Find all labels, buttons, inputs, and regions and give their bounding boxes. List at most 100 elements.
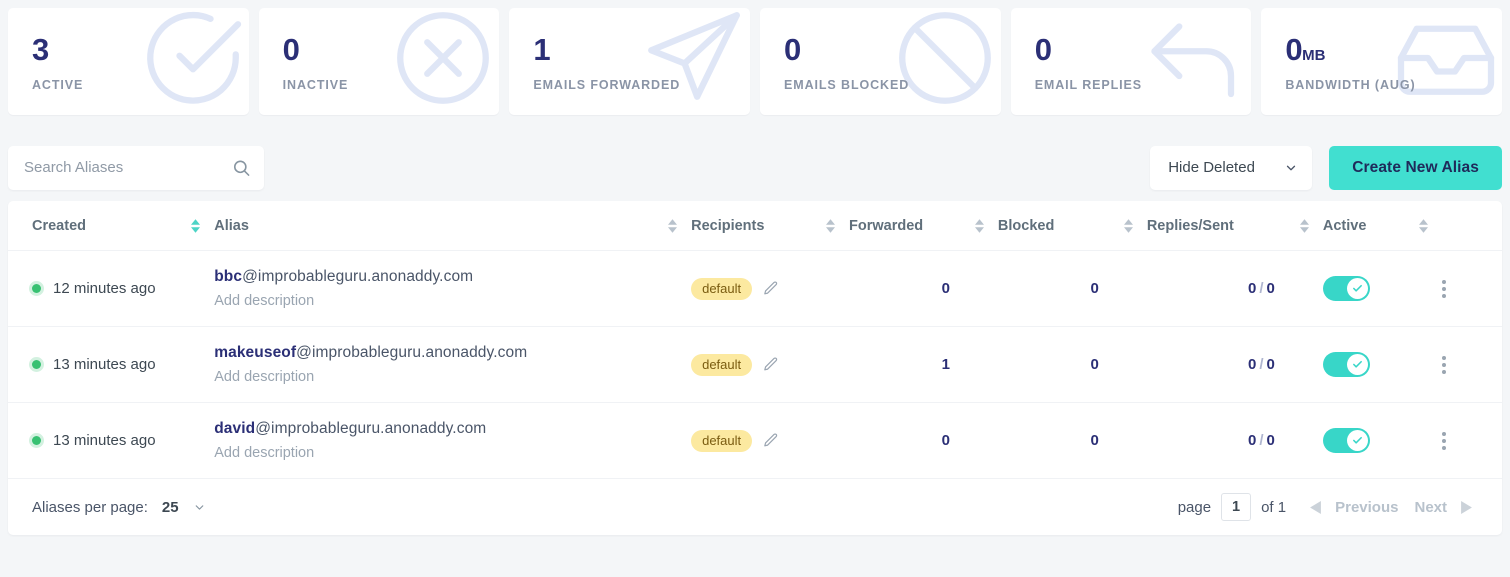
previous-page-button[interactable]: Previous bbox=[1327, 499, 1406, 516]
alias-email[interactable]: bbc@improbableguru.anonaddy.com bbox=[214, 268, 691, 286]
forwarded-count: 0 bbox=[941, 280, 950, 297]
next-arrow-icon[interactable] bbox=[1455, 500, 1478, 514]
alias-email[interactable]: makeuseof@improbableguru.anonaddy.com bbox=[214, 344, 691, 362]
cell-recipients: default bbox=[691, 327, 849, 403]
row-options-menu-icon[interactable] bbox=[1441, 431, 1446, 450]
table-footer: Aliases per page: 25 page 1 of 1 Previou… bbox=[8, 478, 1502, 535]
search-icon[interactable] bbox=[232, 158, 251, 177]
cell-created: 13 minutes ago bbox=[8, 327, 214, 403]
created-text: 12 minutes ago bbox=[53, 280, 156, 297]
blocked-count: 0 bbox=[1090, 356, 1099, 373]
cell-row-menu bbox=[1441, 327, 1502, 403]
replies-sent-count: 0/0 bbox=[1248, 356, 1275, 373]
column-header-created[interactable]: Created bbox=[8, 201, 214, 251]
row-options-menu-icon[interactable] bbox=[1441, 355, 1446, 374]
active-toggle[interactable] bbox=[1322, 276, 1370, 301]
stat-card-active: 3 ACTIVE bbox=[8, 8, 249, 115]
stat-card-bandwidth: 0MB BANDWIDTH (AUG) bbox=[1261, 8, 1503, 115]
column-label: Recipients bbox=[691, 218, 765, 234]
cell-blocked: 0 bbox=[998, 403, 1147, 479]
edit-pencil-icon[interactable] bbox=[762, 280, 779, 297]
stat-card-inactive: 0 INACTIVE bbox=[258, 8, 500, 115]
toggle-knob-check-icon bbox=[1346, 354, 1368, 375]
page-total-label: of 1 bbox=[1261, 498, 1287, 516]
previous-arrow-icon[interactable] bbox=[1304, 500, 1327, 514]
cell-active bbox=[1322, 327, 1442, 403]
cell-created: 13 minutes ago bbox=[8, 403, 214, 479]
alias-local-part: david bbox=[214, 420, 256, 437]
table-row: 13 minutes ago david@improbableguru.anon… bbox=[8, 402, 1502, 479]
alias-domain: @improbableguru.anonaddy.com bbox=[242, 268, 474, 285]
cell-recipients: default bbox=[691, 403, 849, 479]
toggle-knob-check-icon bbox=[1346, 430, 1368, 451]
column-header-blocked[interactable]: Blocked bbox=[998, 201, 1147, 251]
sort-arrows-icon[interactable] bbox=[191, 219, 214, 233]
search-box[interactable] bbox=[8, 145, 264, 190]
alias-description-link[interactable]: Add description bbox=[214, 369, 691, 385]
chevron-down-icon[interactable] bbox=[193, 501, 206, 514]
create-new-alias-button[interactable]: Create New Alias bbox=[1329, 145, 1502, 190]
next-page-button[interactable]: Next bbox=[1406, 499, 1455, 516]
toolbar: Hide Deleted Create New Alias bbox=[0, 115, 1510, 201]
stats-row: 3 ACTIVE 0 INACTIVE 1 EMAILS FORWARDED 0… bbox=[0, 0, 1510, 115]
per-page-value: 25 bbox=[161, 498, 179, 516]
edit-pencil-icon[interactable] bbox=[762, 356, 779, 373]
sort-arrows-icon[interactable] bbox=[1418, 219, 1442, 233]
column-label: Alias bbox=[214, 218, 249, 234]
aliases-table-card: Created Alias Recipients Forwarded Block… bbox=[8, 201, 1502, 535]
cell-active bbox=[1322, 251, 1442, 327]
sort-arrows-icon[interactable] bbox=[826, 219, 849, 233]
forwarded-count: 1 bbox=[941, 356, 950, 373]
active-toggle[interactable] bbox=[1322, 428, 1370, 453]
sort-arrows-icon[interactable] bbox=[1299, 219, 1323, 233]
recipient-badge[interactable]: default bbox=[691, 277, 753, 300]
stat-value: 1 bbox=[533, 32, 551, 67]
toolbar-actions: Hide Deleted Create New Alias bbox=[1150, 145, 1502, 190]
cell-row-menu bbox=[1441, 251, 1502, 327]
stat-label: ACTIVE bbox=[32, 78, 84, 92]
aliases-table: Created Alias Recipients Forwarded Block… bbox=[8, 201, 1502, 478]
recipient-badge[interactable]: default bbox=[691, 353, 753, 376]
cell-created: 12 minutes ago bbox=[8, 251, 214, 327]
deleted-filter-select[interactable]: Hide Deleted bbox=[1150, 145, 1313, 190]
sort-arrows-icon[interactable] bbox=[668, 219, 691, 233]
replies-sent-count: 0/0 bbox=[1248, 432, 1275, 449]
column-label: Forwarded bbox=[849, 218, 924, 234]
status-dot-active bbox=[32, 436, 41, 445]
column-header-forwarded[interactable]: Forwarded bbox=[849, 201, 998, 251]
blocked-count: 0 bbox=[1090, 280, 1099, 297]
column-header-recipients[interactable]: Recipients bbox=[691, 201, 849, 251]
toggle-knob-check-icon bbox=[1346, 278, 1368, 299]
stat-label: EMAILS FORWARDED bbox=[533, 78, 681, 92]
column-header-alias[interactable]: Alias bbox=[214, 201, 691, 251]
alias-email[interactable]: david@improbableguru.anonaddy.com bbox=[214, 420, 691, 438]
recipient-badge[interactable]: default bbox=[691, 429, 753, 452]
alias-description-link[interactable]: Add description bbox=[214, 293, 691, 309]
alias-description-link[interactable]: Add description bbox=[214, 445, 691, 461]
column-label: Active bbox=[1322, 218, 1367, 234]
column-label: Replies/Sent bbox=[1146, 218, 1234, 234]
page-label: page bbox=[1177, 498, 1212, 516]
cell-forwarded: 0 bbox=[849, 251, 998, 327]
per-page-control[interactable]: Aliases per page: 25 bbox=[32, 499, 206, 516]
column-header-active[interactable]: Active bbox=[1323, 201, 1442, 251]
page-number-input[interactable]: 1 bbox=[1221, 493, 1252, 521]
per-page-label: Aliases per page: bbox=[32, 498, 148, 516]
sort-arrows-icon[interactable] bbox=[1123, 219, 1147, 233]
search-input[interactable] bbox=[8, 145, 264, 190]
sort-arrows-icon[interactable] bbox=[974, 219, 998, 233]
blocked-count: 0 bbox=[1090, 432, 1099, 449]
cell-alias: bbc@improbableguru.anonaddy.com Add desc… bbox=[214, 251, 691, 327]
cell-forwarded: 0 bbox=[849, 403, 998, 479]
active-toggle[interactable] bbox=[1322, 352, 1370, 377]
column-header-replies-sent[interactable]: Replies/Sent bbox=[1147, 201, 1323, 251]
edit-pencil-icon[interactable] bbox=[762, 432, 779, 449]
stat-value: 0 bbox=[1034, 32, 1052, 67]
table-row: 12 minutes ago bbc@improbableguru.anonad… bbox=[8, 250, 1502, 327]
chevron-down-icon[interactable] bbox=[1284, 161, 1298, 175]
column-label: Blocked bbox=[997, 218, 1055, 234]
cell-forwarded: 1 bbox=[849, 327, 998, 403]
stat-card-emails-forwarded: 1 EMAILS FORWARDED bbox=[509, 8, 751, 115]
pagination-control: page 1 of 1 Previous Next bbox=[1178, 493, 1478, 521]
row-options-menu-icon[interactable] bbox=[1441, 279, 1446, 298]
